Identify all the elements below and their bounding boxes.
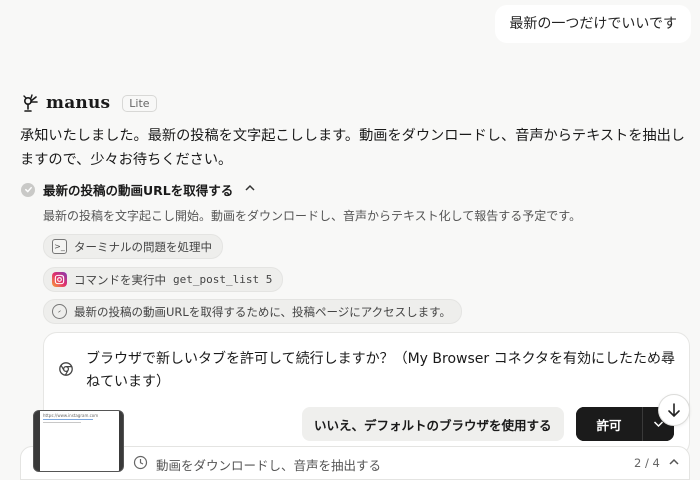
user-message-text: 最新の一つだけでいいです [509,16,677,32]
terminal-icon: >_ [52,239,67,254]
clock-icon [133,455,148,470]
agent-name: manus [46,93,111,113]
browser-icon [59,362,73,376]
allow-button[interactable]: 許可 [576,407,642,441]
action-item-terminal[interactable]: >_ ターミナルの問題を処理中 [43,234,223,259]
step-title: 最新の投稿の動画URLを取得する [43,183,234,198]
action-item-command[interactable]: コマンドを実行中 get_post_list 5 [43,267,284,292]
action-label: コマンドを実行中 [74,272,166,287]
action-item-browse[interactable]: 最新の投稿の動画URLを取得するために、投稿ページにアクセスします。 [43,299,463,324]
compass-icon [52,304,67,319]
action-label: ターミナルの問題を処理中 [74,239,212,254]
permission-card: ブラウザで新しいタブを許可して続行しますか？（My Browser コネクタを有… [43,332,690,456]
task-progress-count: 2 / 4 [634,456,660,470]
agent-message: 承知いたしました。最新の投稿を文字起こしします。動画をダウンロードし、音声からテ… [20,128,685,168]
use-default-browser-button[interactable]: いいえ、デフォルトのブラウザを使用する [302,407,564,441]
chevron-up-icon[interactable] [245,184,255,195]
step-description: 最新の投稿を文字起こし開始。動画をダウンロードし、音声からテキスト化して報告する… [43,209,582,223]
current-task-label: 動画をダウンロードし、音声を抽出する [156,458,382,473]
scroll-to-bottom-button[interactable] [658,394,690,426]
action-code: get_post_list 5 [173,273,273,286]
permission-message: ブラウザで新しいタブを許可して続行しますか？（My Browser コネクタを有… [86,351,676,390]
check-icon [21,182,35,197]
browser-preview-thumbnail[interactable]: https://www.instagram.com [33,410,124,472]
user-message-bubble: 最新の一つだけでいいです [495,5,691,43]
arrow-down-icon [668,403,680,418]
plan-badge: Lite [122,94,157,112]
agent-header: manus Lite [20,93,157,113]
step-header[interactable]: 最新の投稿の動画URLを取得する [21,180,255,199]
chevron-up-icon[interactable] [668,455,680,469]
instagram-icon [52,272,67,287]
action-label: 最新の投稿の動画URLを取得するために、投稿ページにアクセスします。 [74,304,452,319]
manus-logo-icon [23,94,38,112]
